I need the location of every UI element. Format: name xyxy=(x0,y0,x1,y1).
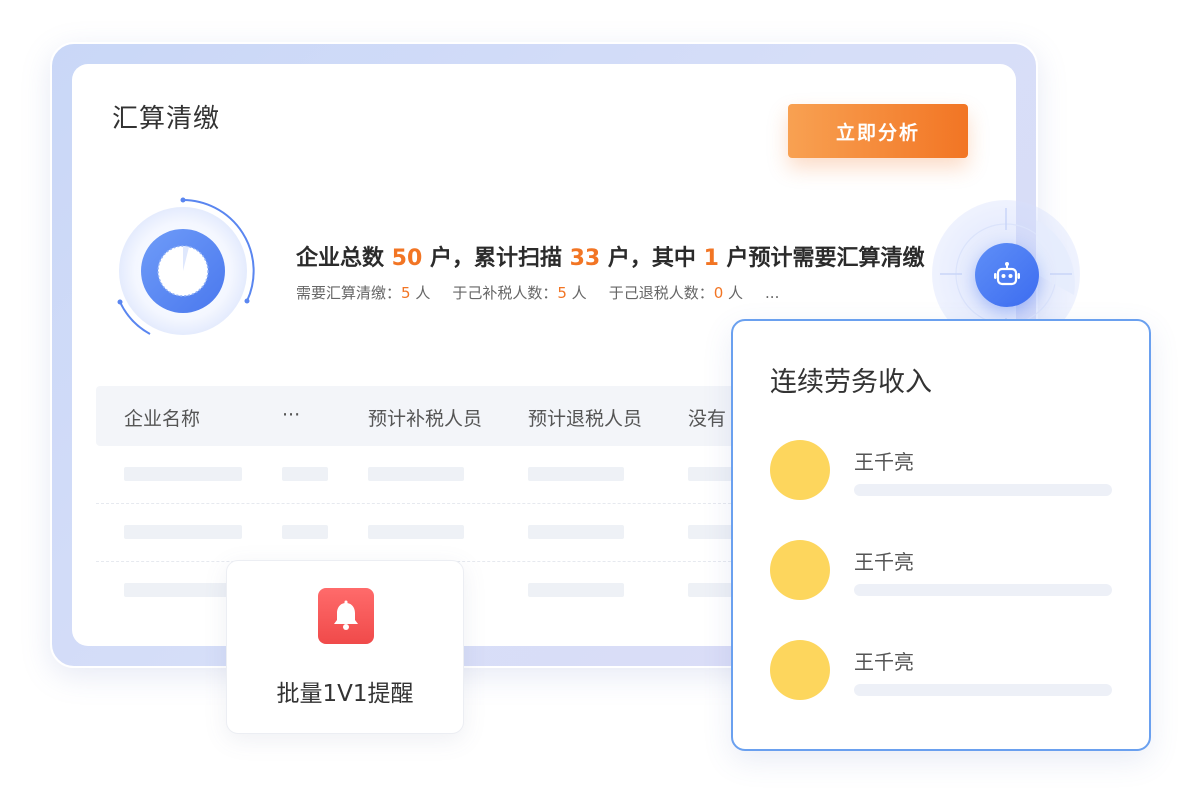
avatar xyxy=(770,540,830,600)
batch-reminder-label: 批量1V1提醒 xyxy=(276,681,414,707)
more-ellipsis: ... xyxy=(765,284,780,302)
avatar xyxy=(770,440,830,500)
progress-ring-icon xyxy=(117,197,255,335)
bell-icon xyxy=(318,588,374,644)
robot-assistant-button[interactable] xyxy=(975,243,1039,307)
person-bar xyxy=(854,484,1112,496)
analyze-button[interactable]: 立即分析 xyxy=(788,104,968,158)
row-divider xyxy=(96,503,736,504)
summary-sub: 需要汇算清缴：5 人于己补税人数：5 人于己退税人数：0 人... xyxy=(296,284,780,302)
col-expected-refund: 预计退税人员 xyxy=(528,408,643,430)
avatar xyxy=(770,640,830,700)
person-name: 王千亮 xyxy=(854,550,914,574)
col-none: 没有 xyxy=(688,408,727,430)
col-more[interactable]: ··· xyxy=(282,404,300,426)
card-title: 汇算清缴 xyxy=(112,104,221,134)
person-name: 王千亮 xyxy=(854,650,914,674)
income-title: 连续劳务收入 xyxy=(770,367,932,398)
person-bar xyxy=(854,684,1112,696)
person-name: 王千亮 xyxy=(854,450,914,474)
col-enterprise-name: 企业名称 xyxy=(124,408,201,430)
enterprise-total: 50 xyxy=(391,246,423,271)
needed-total: 1 xyxy=(703,246,719,271)
col-expected-supplement: 预计补税人员 xyxy=(368,408,483,430)
robot-icon xyxy=(994,262,1020,286)
person-bar xyxy=(854,584,1112,596)
summary-line: 企业总数 50 户，累计扫描 33 户，其中 1 户预计需要汇算清缴 xyxy=(296,246,925,271)
scanned-total: 33 xyxy=(569,246,601,271)
